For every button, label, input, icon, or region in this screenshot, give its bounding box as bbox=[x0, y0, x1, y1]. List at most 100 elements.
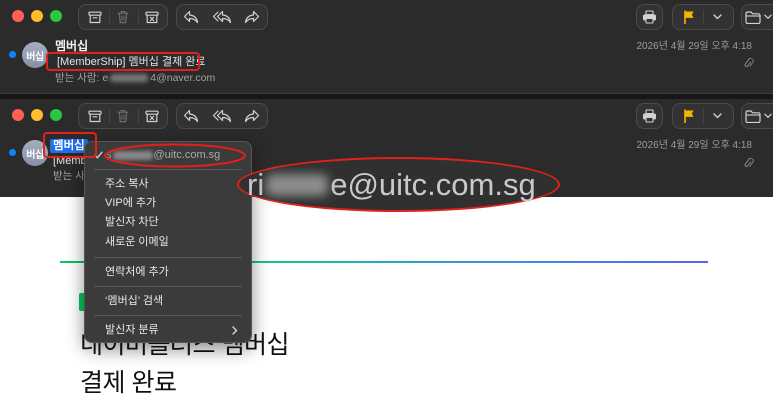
flag-button[interactable] bbox=[677, 104, 701, 128]
reply-all-button[interactable] bbox=[210, 104, 234, 128]
forward-button[interactable] bbox=[240, 5, 264, 29]
print-button[interactable] bbox=[636, 4, 663, 30]
junk-button[interactable] bbox=[140, 104, 164, 128]
zoomed-address-callout: ri e@uitc.com.sg bbox=[237, 157, 560, 212]
reply-icon bbox=[183, 109, 199, 123]
toolbar-divider bbox=[109, 109, 110, 123]
paperclip-icon bbox=[744, 57, 754, 67]
delete-button[interactable] bbox=[111, 5, 135, 29]
recipient-line: 받는 사람: e 4@naver.com bbox=[55, 71, 215, 85]
flag-icon bbox=[684, 10, 694, 24]
zoomed-address-start: ri bbox=[247, 166, 265, 202]
junk-icon bbox=[145, 11, 159, 23]
message-actions-group bbox=[78, 4, 168, 30]
trash-icon bbox=[117, 11, 129, 24]
paperclip-icon bbox=[744, 157, 754, 167]
print-icon bbox=[642, 109, 656, 123]
menu-item-search-sender[interactable]: ‘멤버십’ 검색 bbox=[90, 292, 246, 311]
reply-all-icon bbox=[212, 109, 232, 123]
fullscreen-button[interactable] bbox=[50, 109, 62, 121]
flag-menu-button[interactable] bbox=[705, 104, 729, 128]
folder-icon bbox=[745, 109, 761, 123]
menu-item-label: 발신자 분류 bbox=[105, 324, 159, 336]
chevron-down-icon bbox=[764, 14, 772, 19]
toolbar-divider bbox=[138, 10, 139, 24]
move-to-folder-button[interactable] bbox=[741, 4, 773, 30]
reply-all-button[interactable] bbox=[210, 5, 234, 29]
menu-separator bbox=[94, 286, 242, 287]
body-heading-line2: 결제 완료 bbox=[80, 369, 177, 397]
redaction-blur bbox=[266, 173, 329, 196]
toolbar-divider bbox=[109, 10, 110, 24]
folder-icon-wrap bbox=[743, 5, 763, 29]
recipient-address-start[interactable]: e bbox=[102, 71, 108, 85]
archive-button[interactable] bbox=[83, 5, 107, 29]
reply-actions-group bbox=[176, 4, 268, 30]
menu-separator bbox=[94, 169, 242, 170]
archive-icon bbox=[88, 110, 102, 122]
mail-window-top: 버십 멤버십 [MemberShip] 멤버십 결제 완료 받는 사람: e 4… bbox=[0, 0, 773, 94]
message-actions-group bbox=[78, 103, 168, 129]
move-to-folder-button[interactable] bbox=[741, 103, 773, 129]
minimize-button[interactable] bbox=[31, 109, 43, 121]
sender-name[interactable]: 멤버십 bbox=[55, 39, 88, 53]
message-date: 2026년 4월 29일 오후 4:18 bbox=[636, 140, 752, 151]
minimize-button[interactable] bbox=[31, 10, 43, 22]
redaction-blur bbox=[110, 74, 149, 82]
menu-item-label: VIP에 추가 bbox=[105, 197, 157, 209]
recipient-label: 받는 사람: bbox=[55, 72, 103, 84]
menu-separator bbox=[94, 315, 242, 316]
junk-icon bbox=[145, 110, 159, 122]
junk-button[interactable] bbox=[140, 5, 164, 29]
print-button[interactable] bbox=[636, 103, 663, 129]
menu-item-classify-sender[interactable]: 발신자 분류 bbox=[90, 321, 246, 340]
menu-item-label: 새로운 이메일 bbox=[105, 236, 169, 248]
menu-item-new-email[interactable]: 새로운 이메일 bbox=[90, 233, 246, 252]
unread-dot bbox=[9, 149, 16, 156]
recipient-address-end[interactable]: 4@naver.com bbox=[150, 71, 215, 85]
zoomed-address: ri e@uitc.com.sg bbox=[247, 159, 536, 210]
menu-item-label: 연락처에 추가 bbox=[105, 266, 169, 278]
sender-address-start: s bbox=[106, 149, 112, 161]
menu-item-block-sender[interactable]: 발신자 차단 bbox=[90, 213, 246, 232]
reply-button[interactable] bbox=[179, 5, 203, 29]
folder-menu-chevron bbox=[763, 104, 773, 128]
reply-button[interactable] bbox=[179, 104, 203, 128]
flag-button[interactable] bbox=[677, 5, 701, 29]
menu-item-add-contact[interactable]: 연락처에 추가 bbox=[90, 263, 246, 282]
sender-name-selected[interactable]: 멤버십 bbox=[50, 139, 88, 153]
menu-item-label: ‘멤버십’ 검색 bbox=[105, 295, 164, 307]
sender-address: s @uitc.com.sg bbox=[106, 146, 220, 165]
archive-icon bbox=[88, 11, 102, 23]
close-button[interactable] bbox=[12, 10, 24, 22]
trash-icon bbox=[117, 110, 129, 123]
menu-item-sender-address[interactable]: s @uitc.com.sg bbox=[90, 146, 246, 165]
zoomed-address-end: e@uitc.com.sg bbox=[330, 166, 536, 202]
menu-separator bbox=[94, 257, 242, 258]
forward-icon bbox=[244, 109, 260, 123]
forward-button[interactable] bbox=[240, 104, 264, 128]
close-button[interactable] bbox=[12, 109, 24, 121]
fullscreen-button[interactable] bbox=[50, 10, 62, 22]
flag-group bbox=[672, 4, 734, 30]
chevron-down-icon bbox=[712, 113, 722, 119]
flag-menu-button[interactable] bbox=[705, 5, 729, 29]
checkmark-icon bbox=[94, 151, 103, 159]
print-icon bbox=[642, 10, 656, 24]
archive-button[interactable] bbox=[83, 104, 107, 128]
redaction-blur bbox=[112, 151, 153, 160]
chevron-down-icon bbox=[712, 14, 722, 20]
avatar: 버십 bbox=[22, 140, 48, 166]
delete-button[interactable] bbox=[111, 104, 135, 128]
menu-item-copy-address[interactable]: 주소 복사 bbox=[90, 175, 246, 194]
flag-icon bbox=[684, 109, 694, 123]
unread-dot bbox=[9, 51, 16, 58]
message-date: 2026년 4월 29일 오후 4:18 bbox=[636, 41, 752, 52]
recipient-line: 받는 사 bbox=[53, 169, 85, 183]
forward-icon bbox=[244, 10, 260, 24]
toolbar-divider bbox=[138, 109, 139, 123]
menu-item-add-vip[interactable]: VIP에 추가 bbox=[90, 194, 246, 213]
menu-item-label: 발신자 차단 bbox=[105, 216, 159, 228]
folder-icon-wrap bbox=[743, 104, 763, 128]
folder-icon bbox=[745, 10, 761, 24]
